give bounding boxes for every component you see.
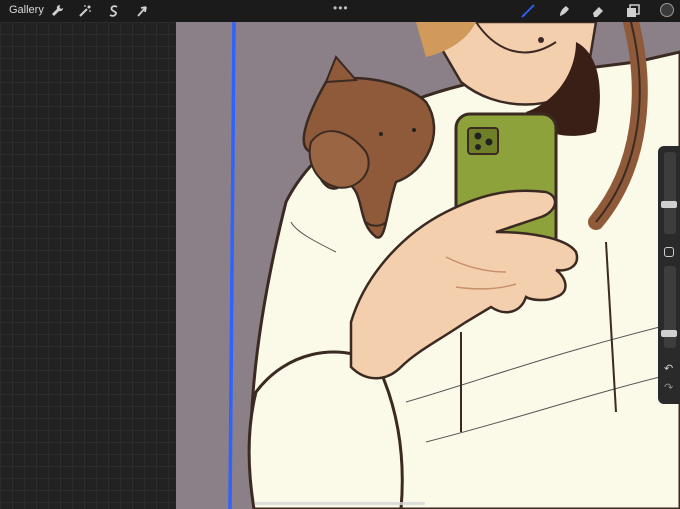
selection-s-icon[interactable] xyxy=(106,3,122,19)
home-indicator xyxy=(255,502,425,505)
opacity-knob[interactable] xyxy=(661,329,677,337)
eyedropper-modify-button[interactable] xyxy=(664,247,674,257)
wrench-icon[interactable] xyxy=(49,3,65,19)
drawing-canvas[interactable] xyxy=(176,22,680,509)
top-toolbar: Gallery ••• xyxy=(0,0,680,22)
canvas-margin-grid xyxy=(0,22,176,509)
color-picker-button[interactable] xyxy=(660,3,674,17)
gallery-button[interactable]: Gallery xyxy=(9,4,44,16)
redo-icon[interactable]: ↷ xyxy=(664,381,673,394)
brush-size-slider[interactable] xyxy=(664,152,676,234)
brush-icon[interactable] xyxy=(520,3,536,19)
side-slider-panel: ↶ ↷ xyxy=(658,146,680,404)
artwork xyxy=(228,22,680,509)
smudge-icon[interactable] xyxy=(556,3,572,19)
magic-wand-icon[interactable] xyxy=(77,3,93,19)
layers-icon[interactable] xyxy=(625,3,641,19)
arrow-cursor-icon[interactable] xyxy=(134,3,150,19)
more-options-icon[interactable]: ••• xyxy=(333,1,349,15)
undo-icon[interactable]: ↶ xyxy=(664,362,673,375)
eraser-icon[interactable] xyxy=(590,3,606,19)
brush-size-knob[interactable] xyxy=(661,200,677,208)
